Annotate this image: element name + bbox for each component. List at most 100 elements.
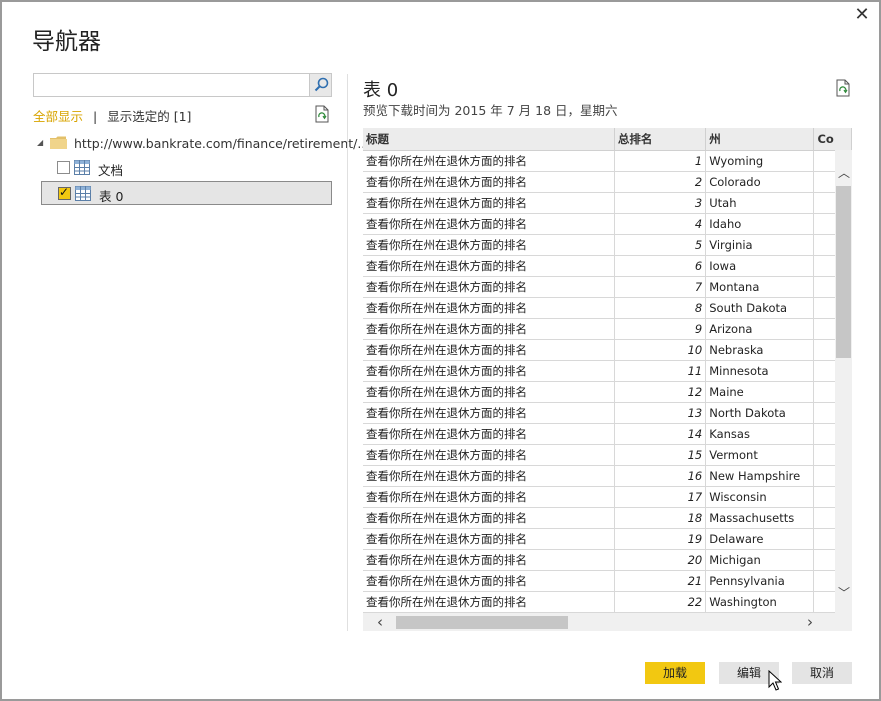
table-row[interactable]: 查看你所在州在退休方面的排名 20 Michigan <box>363 549 852 571</box>
table-row[interactable]: 查看你所在州在退休方面的排名 3 Utah <box>363 192 852 214</box>
table-row[interactable]: 查看你所在州在退休方面的排名 18 Massachusetts <box>363 507 852 529</box>
table-row[interactable]: 查看你所在州在退休方面的排名 13 North Dakota <box>363 402 852 424</box>
table-row[interactable]: 查看你所在州在退休方面的排名 14 Kansas <box>363 423 852 445</box>
table-row[interactable]: 查看你所在州在退休方面的排名 16 New Hampshire <box>363 465 852 487</box>
rank-cell: 2 <box>614 171 707 193</box>
panel-divider <box>347 74 348 631</box>
load-button[interactable]: 加载 <box>645 662 705 684</box>
state-cell: Colorado <box>705 171 815 193</box>
close-icon[interactable]: ✕ <box>853 6 871 24</box>
table-row[interactable]: 查看你所在州在退休方面的排名 8 South Dakota <box>363 297 852 319</box>
title-cell: 查看你所在州在退休方面的排名 <box>363 297 615 319</box>
state-cell: Virginia <box>705 234 815 256</box>
state-cell: Iowa <box>705 255 815 277</box>
title-cell: 查看你所在州在退休方面的排名 <box>363 402 615 424</box>
title-cell: 查看你所在州在退休方面的排名 <box>363 486 615 508</box>
refresh-icon[interactable] <box>314 105 330 123</box>
title-cell: 查看你所在州在退休方面的排名 <box>363 339 615 361</box>
scroll-right-icon[interactable]: › <box>807 613 813 631</box>
title-cell: 查看你所在州在退休方面的排名 <box>363 255 615 277</box>
rank-cell: 14 <box>614 423 707 445</box>
table-row[interactable]: 查看你所在州在退休方面的排名 1 Wyoming <box>363 150 852 172</box>
filter-row: 全部显示 | 显示选定的 [1] <box>33 106 191 124</box>
state-cell: Michigan <box>705 549 815 571</box>
table-0-checkbox[interactable] <box>58 185 71 200</box>
vertical-scroll-thumb[interactable] <box>836 186 851 358</box>
state-cell: South Dakota <box>705 297 815 319</box>
table-row[interactable]: 查看你所在州在退休方面的排名 9 Arizona <box>363 318 852 340</box>
state-cell: Delaware <box>705 528 815 550</box>
title-cell: 查看你所在州在退休方面的排名 <box>363 171 615 193</box>
state-cell: Idaho <box>705 213 815 235</box>
navigator-dialog: ✕ 导航器 全部显示 | 显示选定的 [1] ◢ http://www.bankra… <box>0 0 881 701</box>
tree-item-table-0[interactable]: 表 0 <box>41 181 332 205</box>
document-checkbox[interactable] <box>57 161 70 174</box>
show-all-link[interactable]: 全部显示 <box>33 109 83 124</box>
tree-item-document[interactable]: 文档 <box>41 156 332 180</box>
search-button[interactable] <box>309 74 331 96</box>
rank-cell: 9 <box>614 318 707 340</box>
title-cell: 查看你所在州在退休方面的排名 <box>363 423 615 445</box>
tree-root-url: http://www.bankrate.com/finance/retireme… <box>74 136 370 151</box>
scroll-up-icon[interactable]: ︿ <box>838 164 850 181</box>
table-row[interactable]: 查看你所在州在退休方面的排名 12 Maine <box>363 381 852 403</box>
state-cell: Massachusetts <box>705 507 815 529</box>
show-selected-link[interactable]: 显示选定的 [1] <box>107 109 191 124</box>
refresh-icon[interactable] <box>835 79 851 97</box>
scroll-down-icon[interactable]: ﹀ <box>838 584 850 601</box>
column-header[interactable]: 州 <box>705 128 815 151</box>
expand-arrow-icon[interactable]: ◢ <box>37 138 43 147</box>
rank-cell: 7 <box>614 276 707 298</box>
search-input[interactable] <box>34 74 306 96</box>
vertical-scrollbar[interactable]: ︿ ﹀ <box>835 150 852 613</box>
tree-item-label: 文档 <box>98 163 124 178</box>
table-icon <box>75 186 91 201</box>
scroll-left-icon[interactable]: ‹ <box>377 613 383 631</box>
rank-cell: 3 <box>614 192 707 214</box>
dialog-title: 导航器 <box>32 29 101 55</box>
table-row[interactable]: 查看你所在州在退休方面的排名 19 Delaware <box>363 528 852 550</box>
horizontal-scroll-thumb[interactable] <box>396 616 568 629</box>
search-box <box>33 73 332 97</box>
title-cell: 查看你所在州在退休方面的排名 <box>363 465 615 487</box>
table-row[interactable]: 查看你所在州在退休方面的排名 10 Nebraska <box>363 339 852 361</box>
rank-cell: 21 <box>614 570 707 592</box>
table-row[interactable]: 查看你所在州在退休方面的排名 2 Colorado <box>363 171 852 193</box>
title-cell: 查看你所在州在退休方面的排名 <box>363 213 615 235</box>
preview-grid[interactable]: 标题 总排名 州 Co 查看你所在州在退休方面的排名 1 Wyoming 查看你所在州… <box>363 128 852 613</box>
state-cell: North Dakota <box>705 402 815 424</box>
table-row[interactable]: 查看你所在州在退休方面的排名 6 Iowa <box>363 255 852 277</box>
mouse-cursor-icon <box>768 670 782 691</box>
table-row[interactable]: 查看你所在州在退休方面的排名 5 Virginia <box>363 234 852 256</box>
column-header[interactable]: 标题 <box>363 128 615 151</box>
column-header[interactable]: 总排名 <box>614 128 707 151</box>
state-cell: Maine <box>705 381 815 403</box>
table-row[interactable]: 查看你所在州在退休方面的排名 21 Pennsylvania <box>363 570 852 592</box>
rank-cell: 6 <box>614 255 707 277</box>
tree-root-node[interactable]: ◢ http://www.bankrate.com/finance/retire… <box>33 133 369 155</box>
table-icon <box>74 160 90 175</box>
state-cell: Washington <box>705 591 815 613</box>
title-cell: 查看你所在州在退休方面的排名 <box>363 318 615 340</box>
table-row[interactable]: 查看你所在州在退休方面的排名 7 Montana <box>363 276 852 298</box>
column-header[interactable]: Co <box>813 128 852 151</box>
table-row[interactable]: 查看你所在州在退休方面的排名 15 Vermont <box>363 444 852 466</box>
title-cell: 查看你所在州在退休方面的排名 <box>363 192 615 214</box>
title-cell: 查看你所在州在退休方面的排名 <box>363 234 615 256</box>
title-cell: 查看你所在州在退休方面的排名 <box>363 150 615 172</box>
cancel-button[interactable]: 取消 <box>792 662 852 684</box>
search-icon <box>314 77 329 92</box>
state-cell: Pennsylvania <box>705 570 815 592</box>
table-row[interactable]: 查看你所在州在退休方面的排名 17 Wisconsin <box>363 486 852 508</box>
title-cell: 查看你所在州在退休方面的排名 <box>363 528 615 550</box>
horizontal-scrollbar[interactable]: ‹ › <box>363 613 852 631</box>
rank-cell: 5 <box>614 234 707 256</box>
rank-cell: 22 <box>614 591 707 613</box>
state-cell: Wisconsin <box>705 486 815 508</box>
rank-cell: 12 <box>614 381 707 403</box>
table-row[interactable]: 查看你所在州在退休方面的排名 11 Minnesota <box>363 360 852 382</box>
state-cell: Nebraska <box>705 339 815 361</box>
title-cell: 查看你所在州在退休方面的排名 <box>363 591 615 613</box>
table-row[interactable]: 查看你所在州在退休方面的排名 4 Idaho <box>363 213 852 235</box>
table-row[interactable]: 查看你所在州在退休方面的排名 22 Washington <box>363 591 852 613</box>
